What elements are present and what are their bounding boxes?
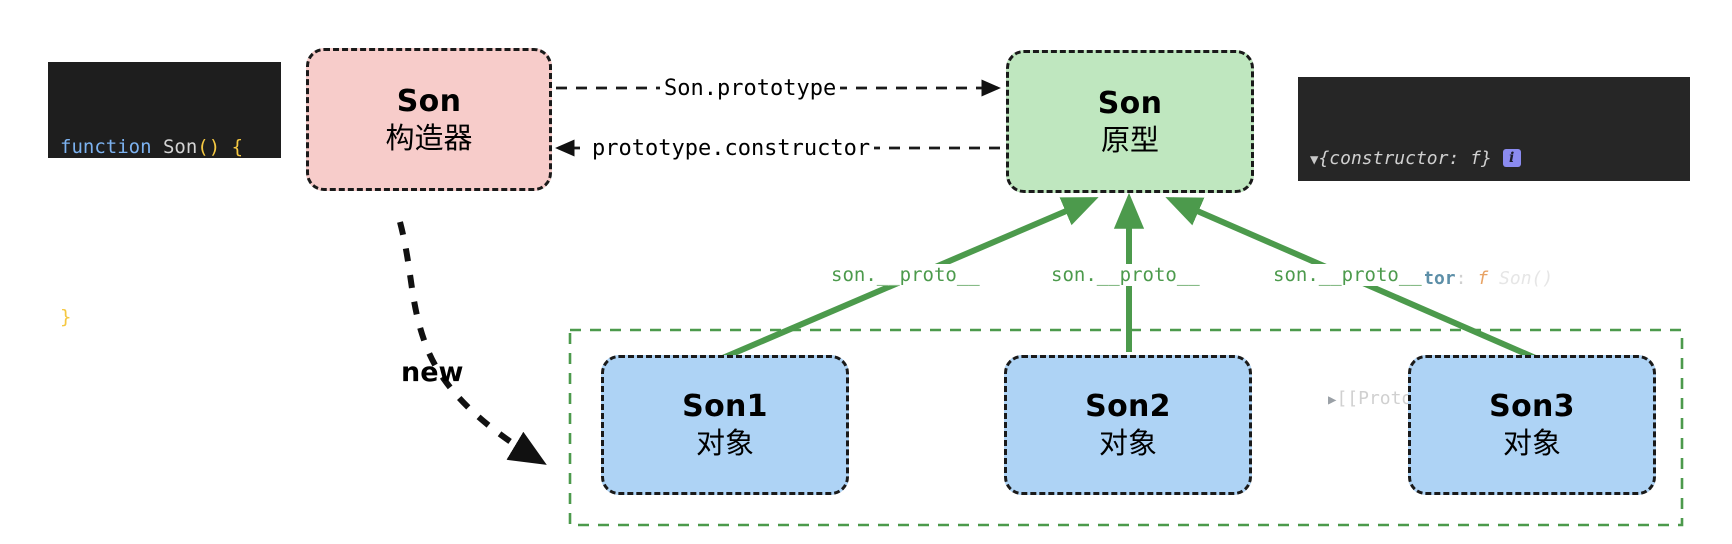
code-line-3: } (60, 302, 281, 332)
edge-label-prototype-constructor: prototype.constructor (588, 136, 875, 161)
devtools-object-inspector[interactable]: ▼{constructor: f} i ▶constructor: f Son(… (1298, 77, 1690, 409)
code-keyword: function (60, 136, 152, 158)
edge-label-son2-proto: son.__proto__ (1048, 264, 1203, 286)
code-close-brace: } (60, 306, 72, 328)
edge-new (397, 221, 547, 465)
node-subtitle: 原型 (1100, 122, 1159, 157)
node-subtitle: 构造器 (385, 120, 473, 155)
console-object-preview: {constructor: f} (1318, 148, 1492, 169)
source-code-snippet: function Son() { } (48, 62, 281, 328)
node-subtitle: 对象 (1502, 426, 1561, 460)
node-title: Son2 (1085, 389, 1171, 424)
node-title: Son3 (1489, 389, 1575, 424)
code-identifier: Son (162, 136, 198, 158)
edge-label-new: new (401, 357, 464, 388)
code-line-1: function Son() { (60, 132, 281, 162)
console-row-object[interactable]: ▼{constructor: f} i (1310, 144, 1680, 174)
function-glyph-icon: f (1477, 268, 1489, 289)
node-son2-object[interactable]: Son2 对象 (1004, 355, 1252, 495)
node-son1-object[interactable]: Son1 对象 (601, 355, 849, 495)
edge-label-son3-proto: son.__proto__ (1270, 264, 1425, 286)
node-title: Son (396, 83, 462, 119)
node-son-constructor[interactable]: Son 构造器 (306, 48, 552, 191)
node-subtitle: 对象 (1098, 426, 1157, 460)
console-colon: : (1455, 268, 1467, 289)
node-title: Son1 (682, 389, 768, 424)
node-son3-object[interactable]: Son3 对象 (1408, 355, 1656, 495)
diagram-canvas: function Son() { } ▼{constructor: f} i ▶… (0, 0, 1732, 544)
node-title: Son (1097, 85, 1163, 121)
edge-label-son-prototype: Son.prototype (660, 76, 841, 101)
node-son-prototype[interactable]: Son 原型 (1006, 50, 1254, 193)
edge-label-son1-proto: son.__proto__ (828, 264, 983, 286)
node-subtitle: 对象 (695, 426, 754, 460)
code-punctuation: () { (197, 136, 244, 158)
info-icon[interactable]: i (1502, 149, 1521, 167)
console-property-value[interactable]: Son() (1499, 268, 1553, 289)
